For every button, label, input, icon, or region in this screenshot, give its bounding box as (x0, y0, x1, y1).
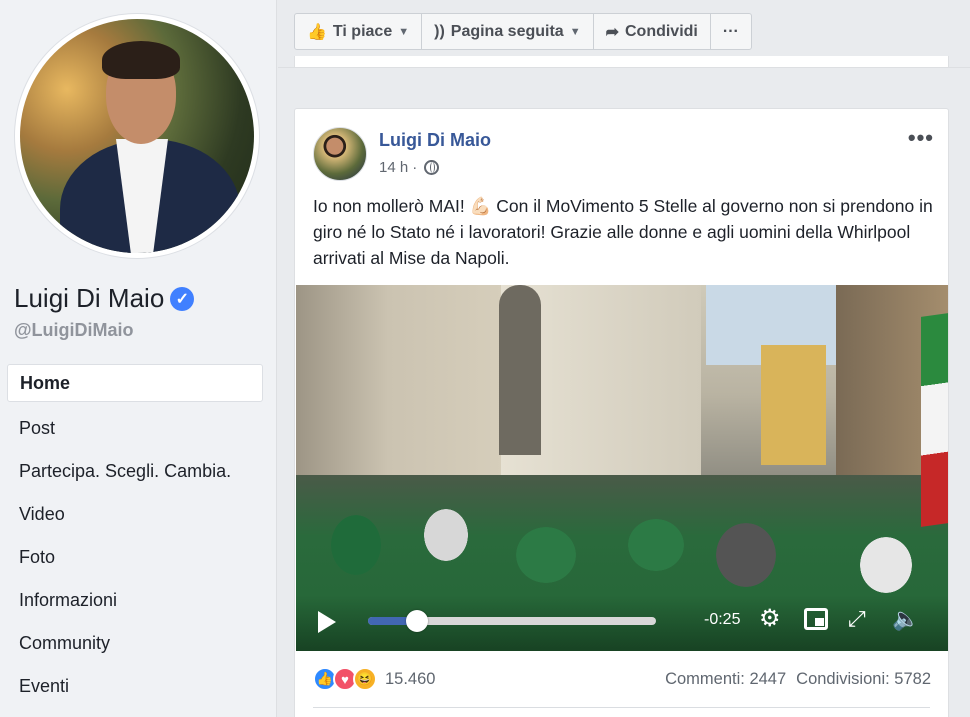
verified-badge-icon: ✓ (170, 286, 195, 311)
shares-count[interactable]: Condivisioni: 5782 (796, 670, 931, 689)
post-stats: Commenti: 2447 Condivisioni: 5782 (665, 670, 931, 689)
page-name-text: Luigi Di Maio (14, 283, 165, 313)
flexed-biceps-icon: 💪🏻 (469, 196, 492, 216)
reactions-summary[interactable]: 👍 ♥ 😆 15.460 (313, 667, 435, 691)
rss-icon: )) (434, 22, 445, 40)
post-meta: 14 h · (379, 159, 440, 176)
video-time-remaining: -0:25 (704, 611, 741, 628)
nav-item-eventi[interactable]: Eventi (7, 665, 263, 708)
page-nav: Home Post Partecipa. Scegli. Cambia. Vid… (7, 364, 263, 708)
page-handle[interactable]: @LuigiDiMaio (14, 320, 134, 341)
nav-item-foto[interactable]: Foto (7, 536, 263, 579)
post-options-icon[interactable]: ••• (908, 125, 934, 151)
profile-picture[interactable] (15, 14, 259, 258)
meta-separator: · (412, 159, 418, 176)
nav-item-video[interactable]: Video (7, 493, 263, 536)
haha-reaction-icon: 😆 (353, 667, 377, 691)
ellipsis-icon: ··· (722, 22, 739, 40)
post-author-name[interactable]: Luigi Di Maio (379, 130, 491, 151)
fullscreen-icon[interactable]: ⤢ (848, 607, 866, 631)
left-sidebar: Luigi Di Maio ✓ @LuigiDiMaio Home Post P… (0, 0, 277, 717)
nav-item-informazioni[interactable]: Informazioni (7, 579, 263, 622)
post-text: Io non mollerò MAI! 💪🏻 Con il MoVimento … (313, 193, 933, 271)
like-page-button[interactable]: 👍 Ti piace ▼ (295, 14, 423, 49)
globe-icon[interactable] (424, 160, 440, 175)
post-author-avatar[interactable] (313, 127, 367, 181)
page-title[interactable]: Luigi Di Maio ✓ (14, 283, 195, 314)
video-player[interactable]: -0:25 ⚙ ⤢ 🔈 (296, 285, 948, 651)
divider (313, 707, 930, 708)
play-icon[interactable] (318, 611, 336, 633)
thumbs-up-icon: 👍 (307, 23, 327, 41)
chevron-down-icon: ▼ (398, 25, 410, 38)
volume-muted-icon[interactable]: 🔈 (892, 607, 919, 631)
post-timestamp[interactable]: 14 h (379, 159, 408, 176)
settings-gear-icon[interactable]: ⚙ (759, 607, 781, 631)
nav-item-home[interactable]: Home (7, 364, 263, 402)
video-progress-bar[interactable] (368, 610, 656, 632)
nav-item-post[interactable]: Post (7, 407, 263, 450)
picture-in-picture-icon[interactable] (804, 608, 828, 630)
chevron-down-icon: ▼ (569, 25, 581, 38)
post-card: Luigi Di Maio 14 h · ••• Io non mollerò … (294, 108, 949, 717)
previous-post-edge (294, 56, 949, 68)
follow-page-button[interactable]: )) Pagina seguita ▼ (422, 14, 594, 49)
share-arrow-icon: ➦ (605, 23, 619, 41)
nav-item-community[interactable]: Community (7, 622, 263, 665)
video-scrubber-handle[interactable] (405, 610, 428, 632)
comments-count[interactable]: Commenti: 2447 (665, 670, 786, 689)
more-options-button[interactable]: ··· (711, 14, 751, 49)
nav-item-partecipa[interactable]: Partecipa. Scegli. Cambia. (7, 450, 263, 493)
reactions-count: 15.460 (385, 669, 436, 688)
action-button-group: 👍 Ti piace ▼ )) Pagina seguita ▼ ➦ Condi… (294, 13, 752, 50)
profile-photo (20, 19, 254, 253)
share-page-button[interactable]: ➦ Condividi (594, 14, 711, 49)
